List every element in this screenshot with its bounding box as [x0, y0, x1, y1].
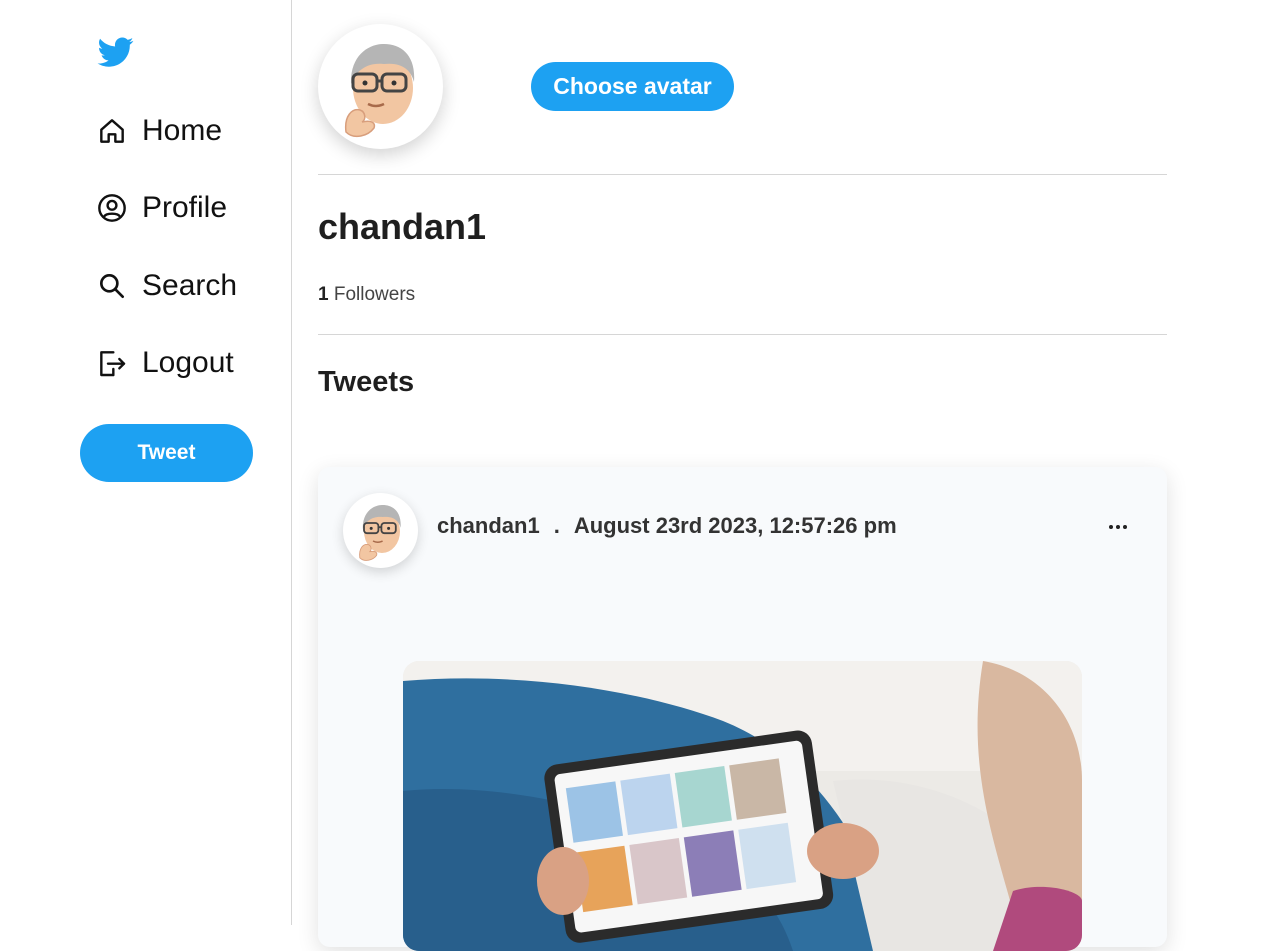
tweet-author-avatar[interactable] [343, 493, 418, 568]
logout-icon [100, 351, 126, 377]
more-dot [1109, 525, 1113, 529]
tweet-timestamp: August 23rd 2023, 12:57:26 pm [573, 513, 897, 538]
sidebar-item-label: Search [142, 269, 238, 302]
tweet-meta: chandan1 . August 23rd 2023, 12:57:26 pm [437, 513, 897, 539]
tweet-card: chandan1 . August 23rd 2023, 12:57:26 pm [318, 467, 1167, 951]
sidebar-item-home[interactable]: Home [96, 111, 222, 151]
tweet-image[interactable] [403, 661, 1082, 951]
sidebar-item-profile[interactable]: Profile [96, 188, 227, 228]
tweet-author[interactable]: chandan1 [437, 513, 540, 539]
sidebar-item-label: Home [142, 114, 223, 147]
divider [318, 174, 1167, 175]
more-dot [1123, 525, 1127, 529]
more-horizontal-icon[interactable] [1104, 517, 1132, 537]
tweet-photo [403, 661, 1082, 951]
followers-label: Followers [333, 284, 416, 305]
tweet-button[interactable]: Tweet [80, 424, 253, 482]
avatar [318, 24, 443, 149]
followers-count[interactable]: 1 Followers [318, 284, 415, 306]
profile-main: Choose avatar chandan1 1 Followers Tweet… [318, 0, 1167, 951]
more-dot [1116, 525, 1120, 529]
search-icon [100, 274, 124, 298]
followers-number: 1 [318, 284, 329, 305]
sidebar-item-label: Logout [142, 346, 234, 379]
tweets-heading: Tweets [318, 366, 415, 398]
sidebar-item-logout[interactable]: Logout [96, 343, 234, 383]
memoji-avatar-image [344, 44, 415, 138]
sidebar: Home Profile Search Logout Tweet [0, 0, 292, 925]
user-circle-icon [98, 194, 126, 222]
memoji-avatar-image [359, 505, 401, 561]
choose-avatar-button[interactable]: Choose avatar [531, 62, 734, 111]
profile-username: chandan1 [318, 206, 487, 247]
divider [318, 334, 1167, 335]
twitter-bird-icon[interactable] [96, 34, 136, 70]
home-icon [100, 119, 124, 143]
sidebar-item-search[interactable]: Search [96, 266, 237, 306]
tweet-meta-separator: . [553, 513, 560, 538]
sidebar-item-label: Profile [142, 191, 228, 224]
